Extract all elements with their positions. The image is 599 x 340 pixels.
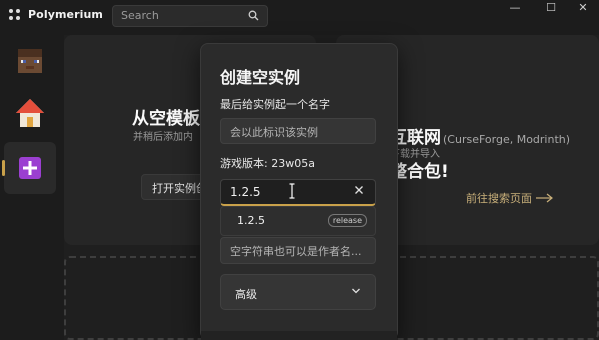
suggestion-label: 1.2.5 <box>237 214 265 227</box>
dialog-footer <box>201 331 397 340</box>
sidebar-item-account[interactable] <box>4 35 56 87</box>
goto-search-link[interactable]: 前往搜索页面 <box>466 190 554 206</box>
sources-text: (CurseForge, Modrinth) <box>443 133 571 146</box>
sidebar-selected-indicator <box>2 160 5 176</box>
plus-icon <box>19 157 41 179</box>
chevron-down-icon <box>352 288 360 294</box>
home-icon <box>16 99 44 127</box>
empty-template-subtitle: 并稍后添加内 <box>133 132 193 143</box>
author-input[interactable]: 空字符串也可以是作者名... <box>220 237 376 264</box>
search-placeholder: Search <box>121 9 159 22</box>
author-placeholder: 空字符串也可以是作者名... <box>230 245 362 258</box>
app-title: Polymerium <box>28 8 103 21</box>
close-button[interactable]: ✕ <box>566 0 599 18</box>
steve-head-icon <box>18 49 42 73</box>
advanced-expander[interactable]: 高级 <box>220 274 376 310</box>
dialog-title: 创建空实例 <box>220 68 301 87</box>
search-icon[interactable] <box>248 10 259 21</box>
modpack-heading: 整合包! <box>390 162 449 182</box>
sidebar-item-home[interactable] <box>4 87 56 139</box>
instance-name-placeholder: 会以此标识该实例 <box>230 126 318 139</box>
game-version-label: 游戏版本: 23w05a <box>220 157 315 170</box>
version-suggestion-item[interactable]: 1.2.5 release <box>221 208 375 234</box>
clear-icon[interactable] <box>352 183 366 197</box>
arrow-right-icon <box>536 193 553 203</box>
sidebar-item-create[interactable] <box>4 142 56 194</box>
advanced-label: 高级 <box>235 288 257 301</box>
game-version-value: 1.2.5 <box>230 185 261 199</box>
maximize-button[interactable]: ☐ <box>534 0 568 18</box>
release-badge: release <box>327 214 367 227</box>
instance-name-label: 最后给实例起一个名字 <box>220 98 330 111</box>
instance-name-input[interactable]: 会以此标识该实例 <box>220 118 376 144</box>
polymerium-logo-icon <box>9 9 20 20</box>
goto-search-label: 前往搜索页面 <box>466 192 532 205</box>
minimize-button[interactable]: — <box>498 0 532 18</box>
text-cursor-icon <box>289 183 295 199</box>
search-input[interactable]: Search <box>112 5 268 27</box>
